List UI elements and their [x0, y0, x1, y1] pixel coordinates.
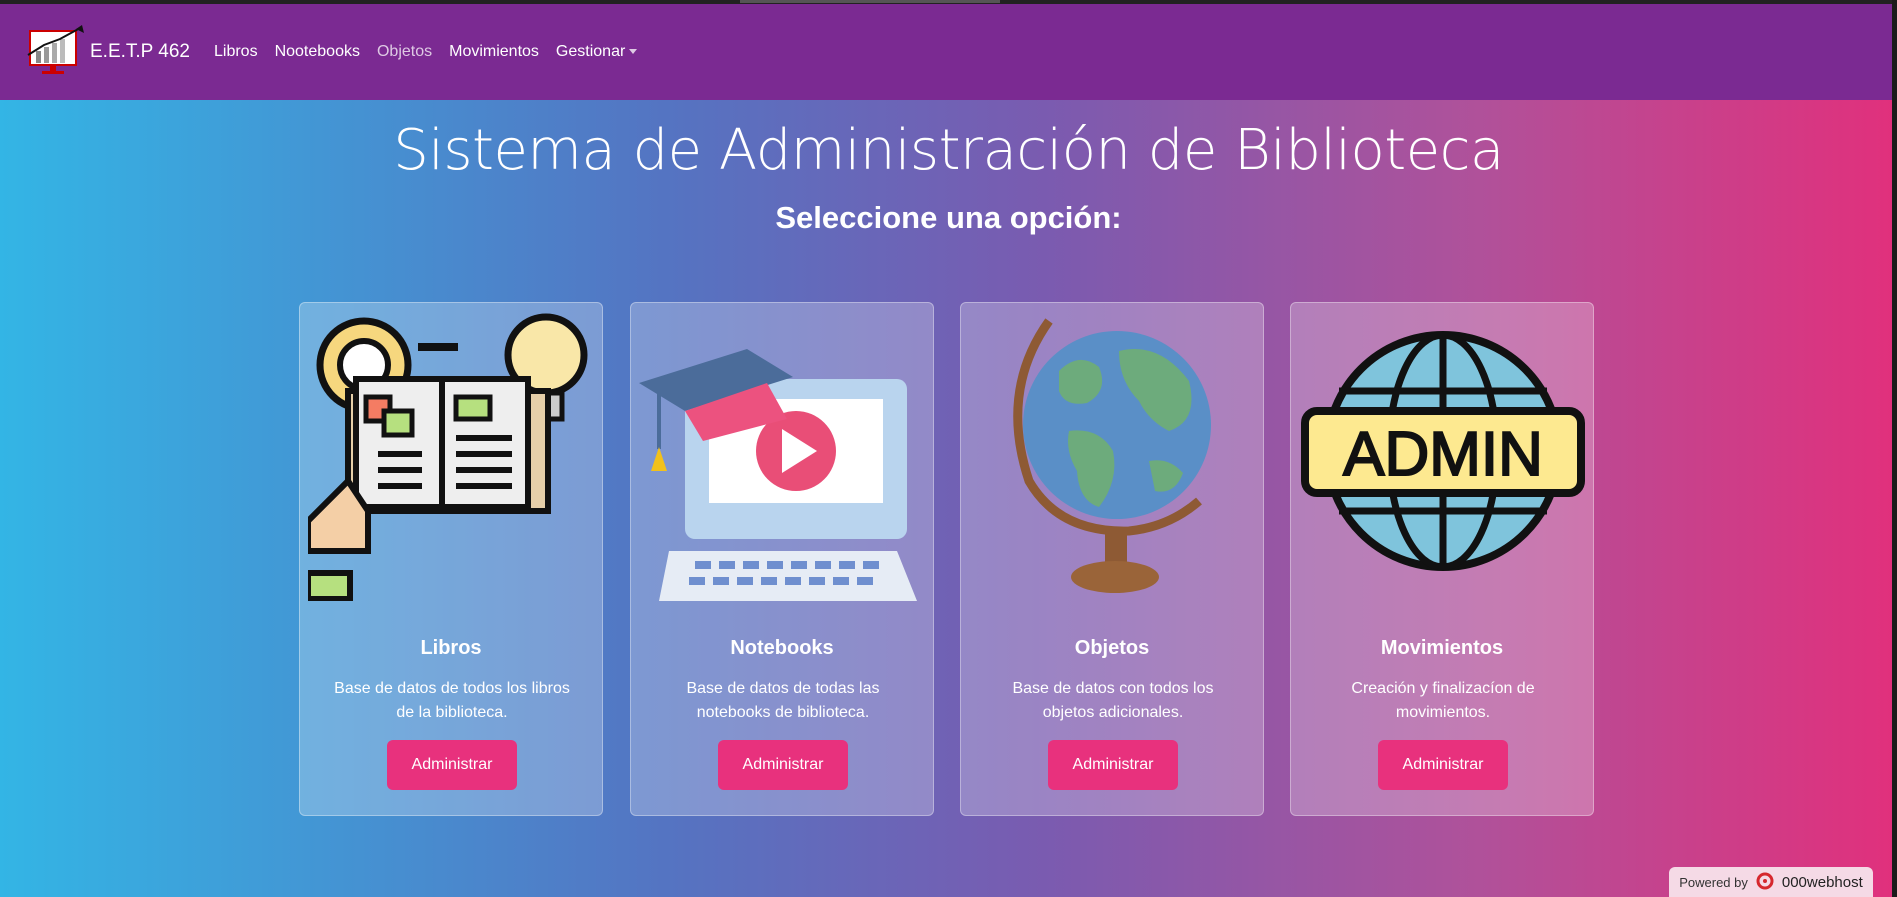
card-description: Base de datos con todos los objetos adic… — [1012, 680, 1214, 721]
dropdown-label: Gestionar — [555, 43, 626, 60]
laptop-graduation-icon — [639, 311, 927, 601]
card-description: Base de datos de todas las notebooks de … — [686, 680, 880, 721]
card-objetos: Objetos Base de datos con todos los obje… — [960, 302, 1264, 816]
admin-globe-icon: ADMIN — [1299, 311, 1587, 601]
hosting-badge[interactable]: Powered by 000webhost — [1669, 867, 1873, 897]
nav-link-nootebooks[interactable]: Nootebooks — [275, 43, 360, 61]
top-bar-segment — [740, 0, 1000, 3]
school-logo-icon[interactable] — [26, 25, 86, 79]
card-description: Base de datos de todos los libros de la … — [334, 680, 570, 721]
page-title: Sistema de Administración de Biblioteca — [393, 118, 1504, 183]
card-title: Libros — [420, 637, 482, 659]
administrar-libros-button[interactable]: Administrar — [387, 740, 517, 790]
administrar-notebooks-button[interactable]: Administrar — [718, 740, 848, 790]
navbar: E.E.T.P 462 Libros Nootebooks Objetos Mo… — [0, 4, 1892, 100]
nav-links: Libros Nootebooks Objetos Movimientos Ge… — [214, 43, 638, 61]
nav-dropdown-gestionar[interactable]: Gestionar — [555, 43, 638, 61]
card-title: Objetos — [1074, 637, 1150, 659]
administrar-objetos-button[interactable]: Administrar — [1048, 740, 1178, 790]
card-notebooks: Notebooks Base de datos de todas las not… — [630, 302, 934, 816]
nav-link-movimientos[interactable]: Movimientos — [449, 43, 539, 61]
card-libros: Libros Base de datos de todos los libros… — [299, 302, 603, 816]
administrar-movimientos-button[interactable]: Administrar — [1378, 740, 1508, 790]
nav-link-objetos[interactable]: Objetos — [377, 43, 432, 61]
book-ideas-icon — [305, 311, 596, 602]
powered-by-label: Powered by — [1679, 874, 1748, 890]
globe-icon — [969, 311, 1257, 601]
navbar-brand[interactable]: E.E.T.P 462 — [90, 41, 190, 63]
card-movimientos: ADMIN Movimientos Creación y finalizacío… — [1290, 302, 1594, 816]
webhost-logo-icon — [1754, 872, 1776, 893]
nav-link-libros[interactable]: Libros — [214, 43, 258, 61]
chevron-down-icon — [629, 49, 638, 55]
page-subtitle: Seleccione una opción: — [775, 200, 1122, 235]
card-description: Creación y finalizacíon de movimientos. — [1351, 680, 1535, 721]
card-title: Notebooks — [730, 637, 834, 659]
card-title: Movimientos — [1380, 637, 1504, 659]
host-name: 000webhost — [1781, 873, 1863, 891]
admin-icon-lettering: ADMIN — [1343, 420, 1543, 489]
